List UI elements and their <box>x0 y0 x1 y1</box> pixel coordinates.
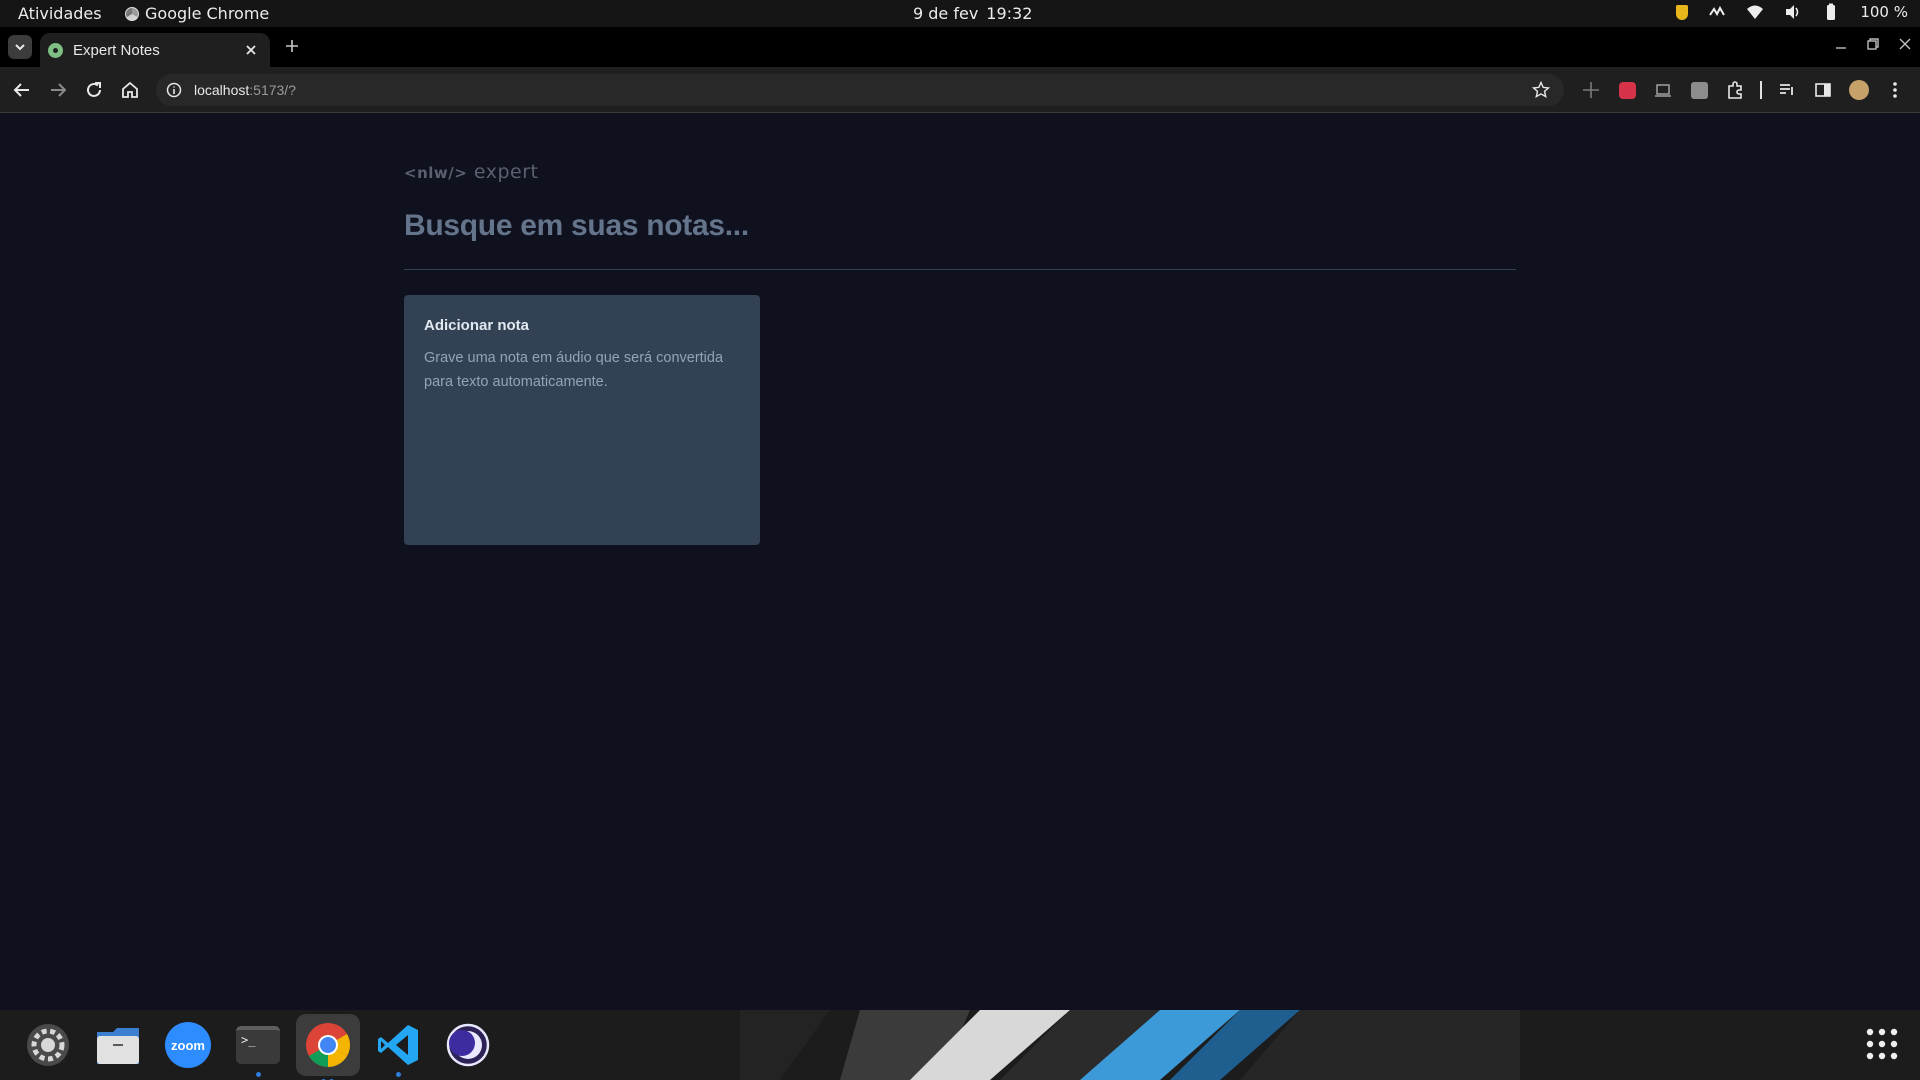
nlw-expert-logo: <nlw/> expert <box>404 161 538 183</box>
tab-expert-notes[interactable]: Expert Notes <box>40 33 270 67</box>
dock-settings[interactable] <box>24 1021 72 1069</box>
chevron-down-icon <box>15 44 25 51</box>
settings-icon <box>27 1024 69 1066</box>
home-icon[interactable] <box>119 79 141 101</box>
wallpaper-fragment <box>740 1010 1520 1080</box>
side-panel-icon[interactable] <box>1812 79 1834 101</box>
window-controls <box>1834 37 1912 51</box>
system-top-bar: Atividades Google Chrome 9 de fev 19:32 … <box>0 0 1920 27</box>
chrome-mini-icon <box>125 6 139 21</box>
media-queue-icon[interactable] <box>1776 79 1798 101</box>
zoom-label: zoom <box>171 1037 205 1053</box>
close-icon[interactable] <box>242 41 260 59</box>
add-note-card[interactable]: Adicionar nota Grave uma nota em áudio q… <box>404 295 760 545</box>
puzzle-extensions-icon[interactable] <box>1724 79 1746 101</box>
dock-eclipse[interactable] <box>444 1021 492 1069</box>
extensions-area <box>1580 79 1906 101</box>
tab-search-button[interactable] <box>8 35 32 59</box>
browser-toolbar: localhost:5173/? <box>0 67 1920 113</box>
clock-time: 19:32 <box>986 4 1033 23</box>
reload-icon[interactable] <box>83 79 105 101</box>
app-menu-label: Google Chrome <box>145 4 270 23</box>
url-path: :5173/? <box>249 82 296 98</box>
running-indicator <box>255 1072 261 1077</box>
minimize-icon[interactable] <box>1834 37 1848 51</box>
files-icon <box>97 1028 139 1064</box>
vscode-icon <box>378 1025 418 1065</box>
menu-kebab-icon[interactable] <box>1884 79 1906 101</box>
page-viewport: <nlw/> expert Adicionar nota Grave uma n… <box>0 113 1920 1010</box>
terminal-icon: >_ <box>236 1026 280 1064</box>
divider <box>404 269 1516 270</box>
volume-icon <box>1786 5 1799 19</box>
app-menu[interactable]: Google Chrome <box>125 4 269 23</box>
profile-avatar-icon[interactable] <box>1848 79 1870 101</box>
battery-percentage: 100 % <box>1860 3 1908 21</box>
zoom-icon: zoom <box>165 1022 211 1068</box>
red-extension-icon[interactable] <box>1616 79 1638 101</box>
address-bar[interactable]: localhost:5173/? <box>156 74 1564 106</box>
clock-date: 9 de fev <box>913 4 979 23</box>
back-arrow-icon[interactable] <box>11 79 33 101</box>
dock-chrome[interactable] <box>296 1014 360 1080</box>
gray-extension-icon[interactable] <box>1688 79 1710 101</box>
dock-vscode[interactable] <box>374 1021 422 1077</box>
activities-button[interactable]: Atividades <box>18 4 102 23</box>
window-close-icon[interactable] <box>1898 37 1912 51</box>
shield-icon <box>1676 4 1689 20</box>
logo-code: <nlw/> <box>404 164 468 182</box>
eclipse-icon <box>446 1023 490 1067</box>
restore-icon[interactable] <box>1866 37 1880 51</box>
tab-title: Expert Notes <box>73 41 160 59</box>
dock: zoom >_ <box>0 1010 1920 1080</box>
laptop-extension-icon[interactable] <box>1652 79 1674 101</box>
add-note-title: Adicionar nota <box>424 317 530 334</box>
forward-arrow-icon[interactable] <box>47 79 69 101</box>
add-note-description: Grave uma nota em áudio que será convert… <box>424 350 724 390</box>
chrome-icon <box>306 1023 350 1067</box>
new-tab-plus-icon[interactable] <box>283 37 301 55</box>
wifi-icon <box>1747 5 1764 19</box>
clock[interactable]: 9 de fev 19:32 <box>913 4 1032 23</box>
dock-files[interactable] <box>94 1021 142 1069</box>
browser-tab-strip: Expert Notes <box>0 27 1920 67</box>
bookmark-star-icon[interactable] <box>1532 81 1550 99</box>
url-host: localhost <box>194 82 250 98</box>
dock-terminal[interactable]: >_ <box>234 1021 282 1077</box>
system-tray[interactable]: 100 % <box>1676 3 1908 21</box>
search-notes-input[interactable] <box>404 205 1516 247</box>
move-extension-icon[interactable] <box>1580 79 1602 101</box>
running-indicator <box>395 1072 401 1077</box>
battery-icon <box>1827 3 1836 20</box>
show-apps-grid-icon[interactable] <box>1866 1028 1898 1060</box>
dock-zoom[interactable]: zoom <box>164 1021 212 1069</box>
terminal-prompt: >_ <box>241 1033 256 1047</box>
site-info-icon[interactable] <box>166 82 182 98</box>
network-activity-icon <box>1709 5 1726 17</box>
toolbar-separator <box>1760 81 1762 99</box>
favicon-icon <box>48 42 63 58</box>
logo-word: expert <box>473 161 539 183</box>
